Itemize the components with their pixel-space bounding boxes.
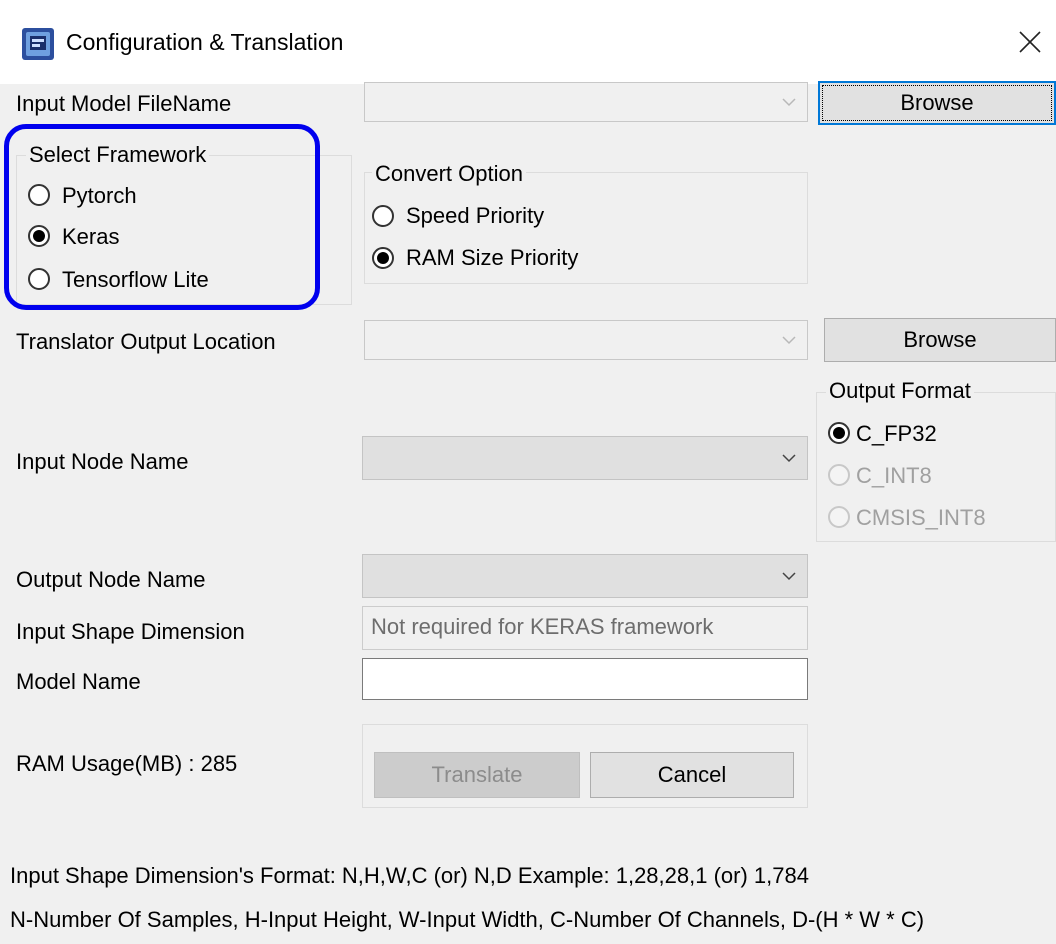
radio-c-fp32-label[interactable]: C_FP32 (856, 420, 937, 448)
output-format-title: Output Format (826, 377, 974, 405)
radio-c-fp32[interactable] (828, 422, 850, 444)
browse-model-button-label: Browse (900, 90, 974, 115)
window-title: Configuration & Translation (66, 29, 344, 55)
input-shape-dimension-label: Input Shape Dimension (16, 619, 245, 644)
input-node-name-select[interactable] (362, 436, 808, 480)
translate-button[interactable]: Translate (374, 752, 580, 798)
cancel-button[interactable]: Cancel (590, 752, 794, 798)
cancel-button-label: Cancel (657, 762, 727, 787)
convert-option-title: Convert Option (372, 160, 526, 188)
radio-speed-priority[interactable] (372, 205, 394, 227)
footer-legend-note: N-Number Of Samples, H-Input Height, W-I… (10, 907, 925, 932)
chevron-down-icon (782, 572, 796, 581)
chevron-down-icon (782, 336, 796, 345)
input-model-filename-label: Input Model FileName (16, 91, 232, 116)
chevron-down-icon (782, 98, 796, 107)
radio-c-int8-label[interactable]: C_INT8 (856, 462, 932, 490)
browse-output-button[interactable]: Browse (824, 318, 1056, 362)
radio-cmsis-int8[interactable] (828, 506, 850, 528)
radio-speed-priority-label[interactable]: Speed Priority (406, 202, 544, 230)
model-name-field[interactable] (362, 658, 808, 700)
radio-ram-size-priority[interactable] (372, 247, 394, 269)
footer-format-note: Input Shape Dimension's Format: N,H,W,C … (10, 863, 809, 888)
ram-usage-text: RAM Usage(MB) : 285 (16, 751, 238, 776)
chip-icon (22, 28, 54, 60)
input-node-name-label: Input Node Name (16, 449, 189, 474)
input-model-filename-combo[interactable] (364, 82, 808, 122)
framework-highlight-annotation (4, 124, 320, 310)
translator-output-label: Translator Output Location (16, 329, 276, 354)
chevron-down-icon (782, 454, 796, 463)
output-node-name-select[interactable] (362, 554, 808, 598)
browse-output-button-label: Browse (903, 327, 977, 352)
radio-ram-size-priority-label[interactable]: RAM Size Priority (406, 244, 578, 272)
output-node-name-label: Output Node Name (16, 567, 206, 592)
translate-button-label: Translate (431, 762, 523, 787)
translator-output-combo[interactable] (364, 320, 808, 360)
input-shape-dimension-field[interactable]: Not required for KERAS framework (362, 606, 808, 650)
model-name-label: Model Name (16, 669, 141, 694)
radio-cmsis-int8-label[interactable]: CMSIS_INT8 (856, 504, 986, 532)
close-icon[interactable] (1010, 22, 1050, 62)
browse-model-button[interactable]: Browse (818, 81, 1056, 125)
radio-c-int8[interactable] (828, 464, 850, 486)
